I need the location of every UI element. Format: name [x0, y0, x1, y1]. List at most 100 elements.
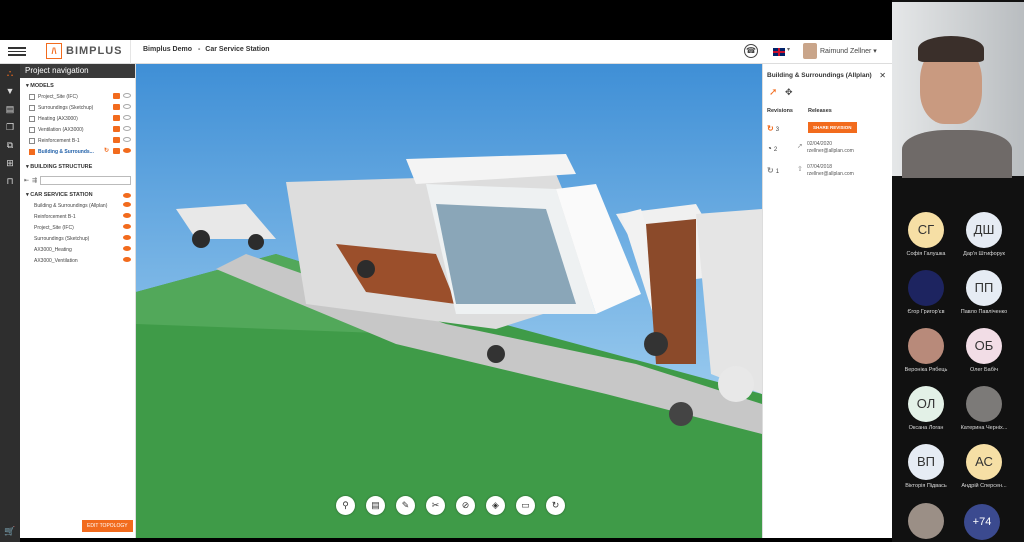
bracket-icon[interactable]: ⊓ — [0, 172, 20, 190]
hierarchy-icon[interactable]: ⛬ — [0, 64, 20, 82]
clipboard-icon[interactable]: ▤ — [366, 496, 385, 515]
revision-icon[interactable]: ↻ — [104, 147, 109, 154]
structure-header[interactable]: ▾ BUILDING STRUCTURE — [20, 157, 135, 172]
filter-list-icon[interactable]: ⇶ — [32, 177, 37, 184]
tree-item[interactable]: Surroundings (Sketchup) — [20, 233, 135, 244]
chevron-down-icon[interactable]: ▾ — [787, 46, 790, 53]
speaker-video[interactable] — [892, 2, 1024, 178]
breadcrumb: Bimplus Demo - Car Service Station — [143, 46, 270, 53]
model-icon — [113, 104, 120, 110]
model-icon — [113, 148, 120, 154]
model-row[interactable]: Heating (AX3000) — [20, 113, 135, 124]
eye-icon[interactable] — [123, 193, 131, 198]
participant-name: Дар'я Штифорук — [963, 251, 1005, 257]
structure-icon[interactable]: ⊞ — [0, 154, 20, 172]
eye-icon[interactable] — [123, 126, 131, 131]
participant-avatar: СГ — [908, 212, 944, 248]
hide-icon[interactable]: ⊘ — [456, 496, 475, 515]
revision-item[interactable]: ↻ 3 — [767, 124, 779, 133]
participant-tile[interactable] — [897, 503, 955, 542]
user-menu[interactable]: Raimund Zellner ▾ — [820, 47, 877, 55]
move-icon[interactable]: ✥ — [785, 87, 793, 98]
participant-tile[interactable]: Єгор Григор'єв — [897, 270, 955, 315]
eye-icon[interactable] — [123, 213, 131, 218]
eye-icon[interactable] — [123, 137, 131, 142]
checkbox[interactable] — [29, 137, 35, 144]
tree-item[interactable]: Reinforcement B-1 — [20, 211, 135, 222]
panel-title: Project navigation — [20, 64, 135, 78]
checkbox[interactable] — [29, 93, 35, 100]
camera-icon[interactable]: ▭ — [516, 496, 535, 515]
participant-tile[interactable]: ОБ Олег Бабіч — [955, 328, 1013, 373]
revision-item[interactable]: ↻ 1 — [767, 166, 779, 175]
checkbox[interactable] — [29, 148, 35, 155]
close-icon[interactable]: ✕ — [879, 71, 886, 80]
edit-topology-button[interactable]: EDIT TOPOLOGY — [82, 520, 133, 532]
refresh-icon[interactable]: ↻ — [546, 496, 565, 515]
tree-item[interactable]: Building & Surroundings (Allplan) — [20, 200, 135, 211]
revision-item[interactable]: ◔ 2 — [767, 144, 777, 153]
pin-icon[interactable]: ⚲ — [336, 496, 355, 515]
checkbox[interactable] — [29, 115, 35, 122]
phone-icon[interactable]: ☎ — [744, 44, 758, 58]
cart-icon[interactable]: 🛒 — [0, 522, 20, 540]
checkbox[interactable] — [29, 104, 35, 111]
menu-icon[interactable] — [8, 47, 26, 56]
avatar[interactable] — [803, 43, 817, 59]
model-row-selected[interactable]: Building & Surrounds... ↻ — [20, 146, 135, 157]
scissors-icon[interactable]: ✂ — [426, 496, 445, 515]
participant-tile[interactable]: СГ Софія Галушка — [897, 212, 955, 257]
tree-item[interactable]: AX3000_Heating — [20, 244, 135, 255]
eye-icon[interactable] — [123, 148, 131, 153]
tree-item[interactable]: Project_Site (IFC) — [20, 222, 135, 233]
logo-icon: /\ — [46, 43, 62, 59]
model-row[interactable]: Ventilation (AX3000) — [20, 124, 135, 135]
eye-icon[interactable] — [123, 93, 131, 98]
participant-tile[interactable]: Катерина Черніх... — [955, 386, 1013, 431]
tree-item-label: Building & Surroundings (Allplan) — [34, 202, 108, 209]
tree-item[interactable]: AX3000_Ventilation — [20, 255, 135, 266]
layers-icon[interactable]: ◈ — [486, 496, 505, 515]
model-row[interactable]: Project_Site (IFC) — [20, 91, 135, 102]
participant-tile[interactable]: ОЛ Оксана Логан — [897, 386, 955, 431]
eye-icon[interactable] — [123, 115, 131, 120]
share-arrow-icon[interactable]: ➚ — [769, 87, 777, 98]
building-model-render[interactable] — [136, 64, 762, 538]
duplicate-icon[interactable]: ⧉ — [0, 136, 20, 154]
revision-number: 1 — [775, 169, 780, 175]
upload-icon: ⇧ — [797, 166, 803, 173]
participant-tile[interactable]: АС Андрій Сперсен... — [955, 444, 1013, 489]
eye-icon[interactable] — [123, 257, 131, 262]
checkbox[interactable] — [29, 126, 35, 133]
participant-tile[interactable]: ДШ Дар'я Штифорук — [955, 212, 1013, 257]
model-label: Surroundings (Sketchup) — [38, 104, 94, 111]
3d-viewport[interactable]: ⚲ ▤ ✎ ✂ ⊘ ◈ ▭ ↻ — [136, 64, 762, 538]
participant-avatar: АС — [966, 444, 1002, 480]
expand-icon[interactable]: ⇤ — [24, 177, 29, 184]
eye-icon[interactable] — [123, 235, 131, 240]
copy-icon[interactable]: ❐ — [0, 118, 20, 136]
model-row[interactable]: Surroundings (Sketchup) — [20, 102, 135, 113]
participant-tile[interactable]: ВП Вікторія Підвась — [897, 444, 955, 489]
station-node[interactable]: ▾ CAR SERVICE STATION — [20, 188, 135, 200]
share-revision-button[interactable]: SHARE REVISION — [808, 122, 857, 133]
eye-icon[interactable] — [123, 104, 131, 109]
eye-icon[interactable] — [123, 202, 131, 207]
participant-avatar — [908, 503, 944, 539]
filter-icon[interactable]: ▼ — [0, 82, 20, 100]
release-item[interactable]: ⇧ 07/04/2018 rzellner@allplan.com — [797, 164, 854, 178]
uk-flag-icon[interactable] — [773, 48, 785, 56]
eye-icon[interactable] — [123, 246, 131, 251]
ruler-icon[interactable]: ✎ — [396, 496, 415, 515]
release-item[interactable]: ➚ 02/04/2020 rzellner@allplan.com — [797, 141, 854, 155]
more-participants-button[interactable]: +74 — [964, 504, 1000, 540]
eye-icon[interactable] — [123, 224, 131, 229]
model-icon — [113, 126, 120, 132]
checklist-icon[interactable]: ▤ — [0, 100, 20, 118]
model-row[interactable]: Reinforcement B-1 — [20, 135, 135, 146]
participant-tile[interactable]: Вероніка Рябець — [897, 328, 955, 373]
participant-tile[interactable]: ПП Павло Павліченко — [955, 270, 1013, 315]
header-divider — [130, 40, 131, 64]
structure-search-input[interactable] — [40, 175, 131, 185]
models-header[interactable]: ▾ MODELS — [20, 78, 135, 91]
